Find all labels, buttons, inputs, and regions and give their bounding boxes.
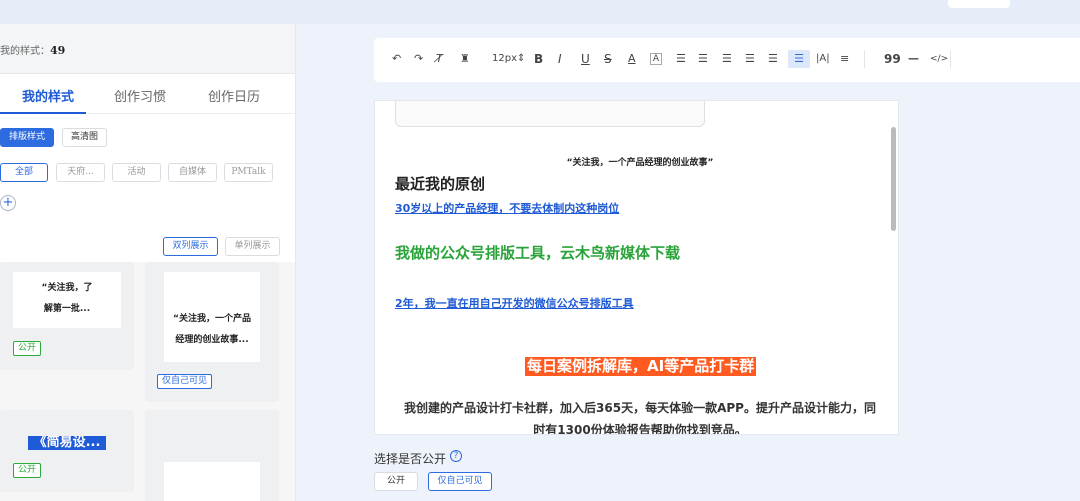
line-height-icon[interactable]: ☰	[768, 50, 778, 68]
publish-option-public[interactable]: 公开	[374, 472, 418, 491]
editor-body-line: 我创建的产品设计打卡社群，加入后365天，每天体验一款APP。提升产品设计能力，…	[404, 401, 876, 415]
style-count: 我的样式：49	[0, 24, 295, 74]
help-icon[interactable]: ?	[450, 450, 462, 462]
editor-green-heading: 我做的公众号排版工具，云木鸟新媒体下载	[395, 244, 681, 262]
style-card-preview	[164, 462, 260, 501]
editor-link[interactable]: 2年，我一直在用自己开发的微信公众号排版工具	[395, 295, 634, 311]
style-card[interactable]: “关注我，了 解第一批... 公开	[0, 262, 134, 370]
editor-toolbar: ↶ ↷ T̸ ♜ 12px⇕ B I U S A A ☰ ☰ ☰ ☰ ☰ ☰ |…	[374, 38, 1080, 82]
card-preview-title: 《简易设...	[28, 436, 106, 450]
style-grid: “关注我，了 解第一批... 公开 “关注我，一个产品 经理的创业故事... 仅…	[0, 262, 295, 501]
style-count-value: 49	[50, 44, 66, 57]
editor-link[interactable]: 30岁以上的产品经理，不要去体制内这种岗位	[395, 200, 619, 216]
top-right-button[interactable]	[948, 0, 1010, 8]
style-count-label: 我的样式：	[0, 46, 50, 57]
undo-icon[interactable]: ↶	[392, 50, 401, 68]
align-right-icon[interactable]: ☰	[722, 50, 732, 68]
publish-option-private[interactable]: 仅自己可见	[428, 472, 492, 491]
add-category-icon[interactable]: +	[0, 195, 16, 211]
card-preview-line: “关注我，了	[41, 283, 93, 293]
publish-label: 选择是否公开	[374, 452, 447, 466]
filter-hd-image[interactable]: 高清图	[62, 128, 107, 147]
category-pmtalk[interactable]: PMTalk	[224, 163, 273, 182]
editor-canvas[interactable]: “关注我，一个产品经理的创业故事” 最近我的原创 30岁以上的产品经理，不要去体…	[374, 100, 899, 435]
category-activity[interactable]: 活动	[112, 163, 161, 182]
style-card[interactable]: 《简易设... 公开	[0, 410, 134, 492]
view-double-column[interactable]: 双列展示	[163, 237, 218, 256]
italic-icon[interactable]: I	[558, 50, 562, 68]
background-color-icon[interactable]: A	[650, 53, 662, 65]
editor-highlight-heading: 每日案例拆解库，AI等产品打卡群	[525, 357, 757, 376]
style-card[interactable]: “关注我，一个产品 经理的创业故事... 仅自己可见	[145, 262, 279, 402]
font-color-icon[interactable]: A	[628, 50, 636, 68]
align-center-icon[interactable]: ☰	[698, 50, 708, 68]
toolbar-divider	[864, 50, 865, 68]
underline-icon[interactable]: U	[581, 50, 590, 68]
style-card[interactable]	[145, 410, 279, 501]
previous-content-block	[395, 101, 705, 127]
editor-quote-line: “关注我，一个产品经理的创业故事”	[566, 158, 714, 168]
active-tab-indicator	[0, 112, 86, 114]
editor-heading: 最近我的原创	[395, 175, 486, 193]
blockquote-icon[interactable]: 99	[884, 50, 901, 68]
horizontal-rule-icon[interactable]: —	[908, 50, 919, 68]
editor-scrollbar[interactable]	[891, 127, 896, 231]
card-preview-line: “关注我，一个产品	[173, 314, 251, 324]
format-painter-icon[interactable]: ♜	[460, 50, 470, 68]
visibility-badge: 公开	[13, 463, 42, 478]
tab-writing-calendar[interactable]: 创作日历	[208, 86, 260, 105]
style-card-preview: “关注我，了 解第一批...	[13, 272, 121, 328]
indent-icon[interactable]: ☰	[788, 50, 810, 68]
tab-writing-habits[interactable]: 创作习惯	[114, 86, 166, 105]
strikethrough-icon[interactable]: S	[604, 50, 612, 68]
category-tianfu[interactable]: 天府...	[56, 163, 105, 182]
category-self-media[interactable]: 自媒体	[168, 163, 217, 182]
align-justify-icon[interactable]: ☰	[745, 50, 755, 68]
card-preview-line: 解第一批...	[43, 304, 91, 314]
code-icon[interactable]: </>	[930, 50, 948, 68]
view-single-column[interactable]: 单列展示	[225, 237, 280, 256]
top-bar	[0, 0, 1080, 24]
panel-tabs: 我的样式 创作习惯 创作日历	[0, 74, 295, 114]
style-card-preview: “关注我，一个产品 经理的创业故事...	[164, 272, 260, 362]
visibility-badge: 仅自己可见	[157, 374, 213, 389]
card-preview-line: 经理的创业故事...	[175, 335, 249, 345]
category-all[interactable]: 全部	[0, 163, 48, 182]
align-left-icon[interactable]: ☰	[676, 50, 686, 68]
toolbar-divider	[950, 50, 951, 68]
letter-spacing-icon[interactable]: |A|	[816, 50, 830, 68]
tab-my-styles[interactable]: 我的样式	[22, 86, 74, 105]
editor-body-text: 我创建的产品设计打卡社群，加入后365天，每天体验一款APP。提升产品设计能力，…	[395, 397, 885, 435]
font-size-value: 12px	[492, 53, 517, 64]
redo-icon[interactable]: ↷	[414, 50, 423, 68]
font-size-arrows-icon: ⇕	[517, 53, 526, 64]
editor-body-line: 时有1300份体验报告帮助你找到竞品。	[533, 423, 747, 435]
visibility-badge: 公开	[13, 341, 42, 356]
style-panel: 我的样式：49 我的样式 创作习惯 创作日历 排版样式 高清图 全部 天府...…	[0, 24, 296, 501]
clear-format-icon[interactable]: T̸	[436, 50, 443, 68]
filter-layout-style[interactable]: 排版样式	[0, 128, 54, 147]
list-icon[interactable]: ≡	[840, 50, 849, 68]
bold-icon[interactable]: B	[534, 50, 543, 68]
font-size-select[interactable]: 12px⇕	[492, 50, 525, 68]
